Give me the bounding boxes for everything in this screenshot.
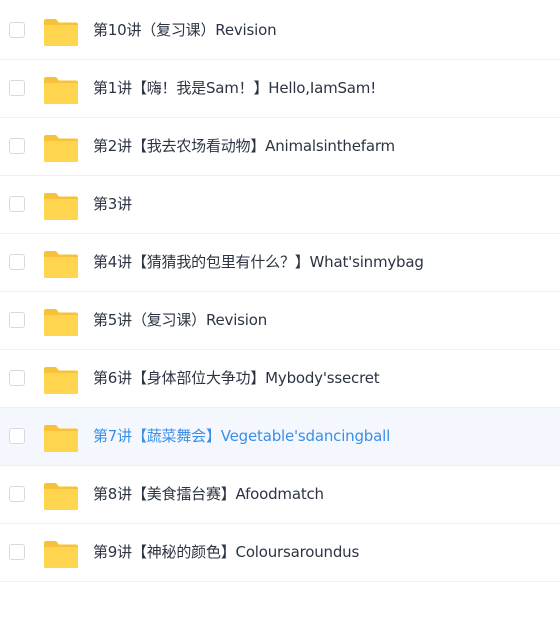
row-checkbox[interactable]	[9, 196, 25, 212]
folder-icon	[43, 133, 79, 163]
row-checkbox[interactable]	[9, 312, 25, 328]
folder-icon	[43, 307, 79, 337]
row-checkbox[interactable]	[9, 138, 25, 154]
file-name[interactable]: 第5讲（复习课）Revision	[93, 310, 267, 330]
folder-icon	[43, 17, 79, 47]
file-name[interactable]: 第2讲【我去农场看动物】Animalsinthefarm	[93, 136, 395, 156]
file-row[interactable]: 第10讲（复习课）Revision	[0, 2, 560, 60]
file-name[interactable]: 第8讲【美食擂台赛】Afoodmatch	[93, 484, 324, 504]
folder-icon	[43, 539, 79, 569]
file-row[interactable]: 第3讲	[0, 176, 560, 234]
file-row[interactable]: 第8讲【美食擂台赛】Afoodmatch	[0, 466, 560, 524]
file-row[interactable]: 第4讲【猜猜我的包里有什么？】What'sinmybag	[0, 234, 560, 292]
row-checkbox[interactable]	[9, 544, 25, 560]
file-row[interactable]: 第9讲【神秘的颜色】Coloursaroundus	[0, 524, 560, 582]
file-list: 第10讲（复习课）Revision 第1讲【嗨！我是Sam！】Hello,Iam…	[0, 2, 560, 582]
folder-icon	[43, 365, 79, 395]
row-checkbox[interactable]	[9, 370, 25, 386]
file-name[interactable]: 第3讲	[93, 194, 132, 214]
file-row-selected[interactable]: 第7讲【蔬菜舞会】Vegetable'sdancingball	[0, 408, 560, 466]
row-checkbox[interactable]	[9, 80, 25, 96]
row-checkbox[interactable]	[9, 486, 25, 502]
folder-icon	[43, 423, 79, 453]
file-row[interactable]: 第5讲（复习课）Revision	[0, 292, 560, 350]
file-name[interactable]: 第4讲【猜猜我的包里有什么？】What'sinmybag	[93, 252, 424, 272]
row-checkbox[interactable]	[9, 428, 25, 444]
file-row[interactable]: 第6讲【身体部位大争功】Mybody'ssecret	[0, 350, 560, 408]
folder-icon	[43, 249, 79, 279]
row-checkbox[interactable]	[9, 254, 25, 270]
file-name[interactable]: 第10讲（复习课）Revision	[93, 20, 277, 40]
file-name[interactable]: 第6讲【身体部位大争功】Mybody'ssecret	[93, 368, 380, 388]
folder-icon	[43, 191, 79, 221]
file-name[interactable]: 第9讲【神秘的颜色】Coloursaroundus	[93, 542, 359, 562]
file-row[interactable]: 第1讲【嗨！我是Sam！】Hello,IamSam!	[0, 60, 560, 118]
file-name[interactable]: 第1讲【嗨！我是Sam！】Hello,IamSam!	[93, 78, 376, 98]
folder-icon	[43, 481, 79, 511]
file-row[interactable]: 第2讲【我去农场看动物】Animalsinthefarm	[0, 118, 560, 176]
file-name[interactable]: 第7讲【蔬菜舞会】Vegetable'sdancingball	[93, 426, 390, 446]
folder-icon	[43, 75, 79, 105]
row-checkbox[interactable]	[9, 22, 25, 38]
